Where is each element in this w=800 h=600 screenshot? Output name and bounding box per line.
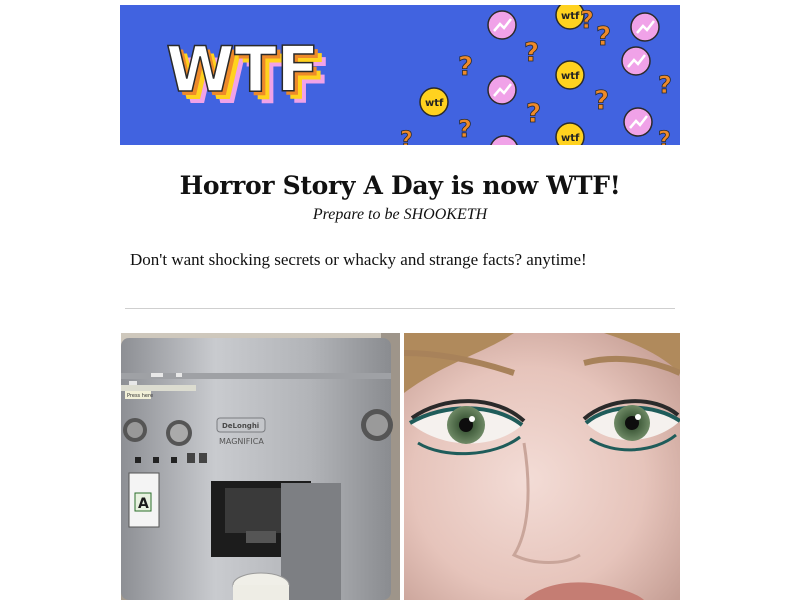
section-divider bbox=[125, 308, 675, 309]
banner-pattern: wtf ? ? ? ? wtf ? wtf ? ? ? ? wtf ? bbox=[400, 5, 673, 145]
svg-text:?: ? bbox=[458, 115, 472, 143]
svg-text:wtf: wtf bbox=[561, 11, 580, 22]
svg-text:?: ? bbox=[580, 6, 594, 34]
question-mark: ? bbox=[400, 128, 413, 145]
knob-icon bbox=[361, 409, 393, 441]
knob-icon bbox=[123, 418, 147, 442]
intro-text: Don't want shocking secrets or whacky an… bbox=[130, 250, 587, 269]
svg-text:?: ? bbox=[594, 86, 609, 116]
svg-text:?: ? bbox=[658, 128, 671, 145]
question-mark: ? bbox=[596, 22, 612, 53]
question-mark: ? bbox=[658, 71, 673, 100]
question-mark: ? bbox=[580, 6, 595, 35]
knob-icon bbox=[166, 420, 192, 446]
svg-text:WTF: WTF bbox=[166, 33, 319, 106]
page-title: Horror Story A Day is now WTF! bbox=[179, 171, 621, 200]
wtf-banner: WTF WTF WTF WTF wtf ? ? ? ? wtf ? wtf ? … bbox=[120, 5, 680, 145]
svg-text:?: ? bbox=[524, 38, 539, 68]
face-closeup-photo[interactable] bbox=[404, 333, 680, 600]
wtf-badge: wtf bbox=[555, 122, 585, 145]
email-content: WTF WTF WTF WTF wtf ? ? ? ? wtf ? wtf ? … bbox=[120, 5, 680, 309]
svg-text:A: A bbox=[138, 496, 149, 512]
question-mark: ? bbox=[458, 52, 474, 83]
svg-text:wtf: wtf bbox=[561, 71, 580, 82]
svg-text:Press here: Press here bbox=[127, 393, 153, 399]
question-mark: ? bbox=[458, 115, 473, 144]
trend-up-icon bbox=[490, 135, 518, 145]
coffee-machine-photo[interactable]: Press here DeLonghi MAGNIFICA A bbox=[121, 333, 400, 600]
svg-text:DeLonghi: DeLonghi bbox=[222, 422, 259, 430]
question-mark: ? bbox=[658, 128, 672, 145]
image-row: Press here DeLonghi MAGNIFICA A bbox=[121, 333, 680, 600]
question-mark: ? bbox=[524, 38, 540, 69]
svg-text:MAGNIFICA: MAGNIFICA bbox=[219, 437, 264, 446]
svg-text:?: ? bbox=[400, 128, 413, 145]
trend-up-icon bbox=[630, 12, 660, 42]
question-mark: ? bbox=[594, 86, 610, 117]
trend-up-icon bbox=[487, 75, 517, 105]
svg-text:?: ? bbox=[596, 22, 611, 52]
page-subtitle: Prepare to be SHOOKETH bbox=[312, 206, 488, 223]
trend-up-icon bbox=[623, 107, 653, 137]
trend-up-icon bbox=[487, 10, 517, 40]
wtf-badge: wtf bbox=[555, 60, 585, 90]
svg-text:wtf: wtf bbox=[425, 98, 444, 109]
svg-text:wtf: wtf bbox=[561, 133, 580, 144]
wtf-badge: wtf bbox=[419, 87, 449, 117]
svg-text:?: ? bbox=[458, 52, 473, 82]
wtf-logo: WTF WTF WTF WTF bbox=[165, 33, 331, 118]
question-mark: ? bbox=[526, 99, 542, 130]
trend-up-icon bbox=[621, 46, 651, 76]
svg-text:?: ? bbox=[658, 71, 672, 99]
svg-text:?: ? bbox=[526, 99, 541, 129]
